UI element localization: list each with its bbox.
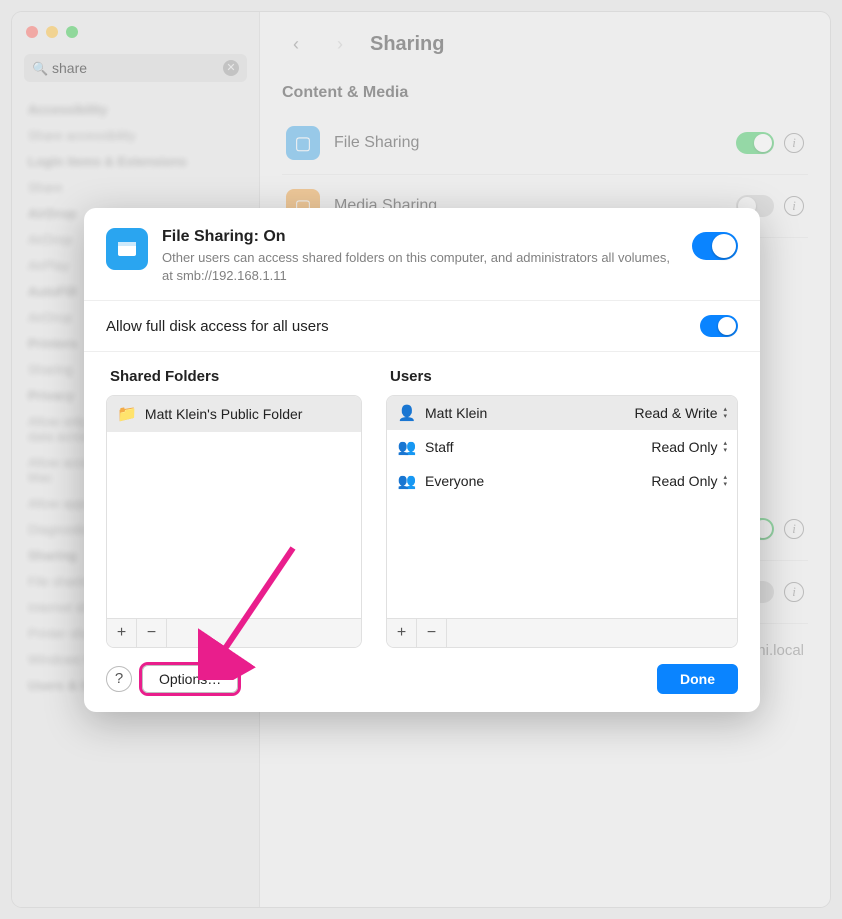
remove-user-button[interactable]: − — [417, 619, 447, 647]
remove-folder-button[interactable]: − — [137, 619, 167, 647]
users-heading: Users — [386, 368, 738, 385]
shared-folders-list[interactable]: 📁 Matt Klein's Public Folder + − — [106, 395, 362, 648]
full-disk-toggle[interactable] — [700, 315, 738, 337]
user-permission[interactable]: Read & Write▴▾ — [634, 405, 727, 421]
file-sharing-icon — [106, 228, 148, 270]
user-item[interactable]: 👥 Staff Read Only▴▾ — [387, 430, 737, 464]
user-icon: 👤 — [397, 404, 417, 422]
stepper-icon[interactable]: ▴▾ — [723, 440, 727, 454]
add-user-button[interactable]: + — [387, 619, 417, 647]
help-button[interactable]: ? — [106, 666, 132, 692]
folder-name: Matt Klein's Public Folder — [145, 406, 351, 422]
user-name: Matt Klein — [425, 405, 626, 421]
user-permission[interactable]: Read Only▴▾ — [651, 439, 727, 455]
done-button[interactable]: Done — [657, 664, 738, 694]
user-item[interactable]: 👥 Everyone Read Only▴▾ — [387, 464, 737, 498]
folder-icon: 📁 — [117, 404, 137, 424]
user-permission[interactable]: Read Only▴▾ — [651, 473, 727, 489]
file-sharing-modal: File Sharing: On Other users can access … — [84, 208, 760, 712]
file-sharing-toggle[interactable] — [692, 232, 738, 260]
full-disk-label: Allow full disk access for all users — [106, 318, 329, 335]
user-icon: 👥 — [397, 438, 417, 456]
user-name: Everyone — [425, 473, 643, 489]
folder-item[interactable]: 📁 Matt Klein's Public Folder — [107, 396, 361, 432]
add-folder-button[interactable]: + — [107, 619, 137, 647]
shared-folders-heading: Shared Folders — [106, 368, 362, 385]
options-button[interactable]: Options… — [142, 665, 238, 693]
stepper-icon[interactable]: ▴▾ — [723, 474, 727, 488]
users-list[interactable]: 👤 Matt Klein Read & Write▴▾ 👥 Staff Read Only… — [386, 395, 738, 648]
user-item[interactable]: 👤 Matt Klein Read & Write▴▾ — [387, 396, 737, 430]
modal-title: File Sharing: On — [162, 228, 678, 246]
stepper-icon[interactable]: ▴▾ — [723, 406, 727, 420]
user-name: Staff — [425, 439, 643, 455]
user-icon: 👥 — [397, 472, 417, 490]
modal-description: Other users can access shared folders on… — [162, 249, 678, 284]
